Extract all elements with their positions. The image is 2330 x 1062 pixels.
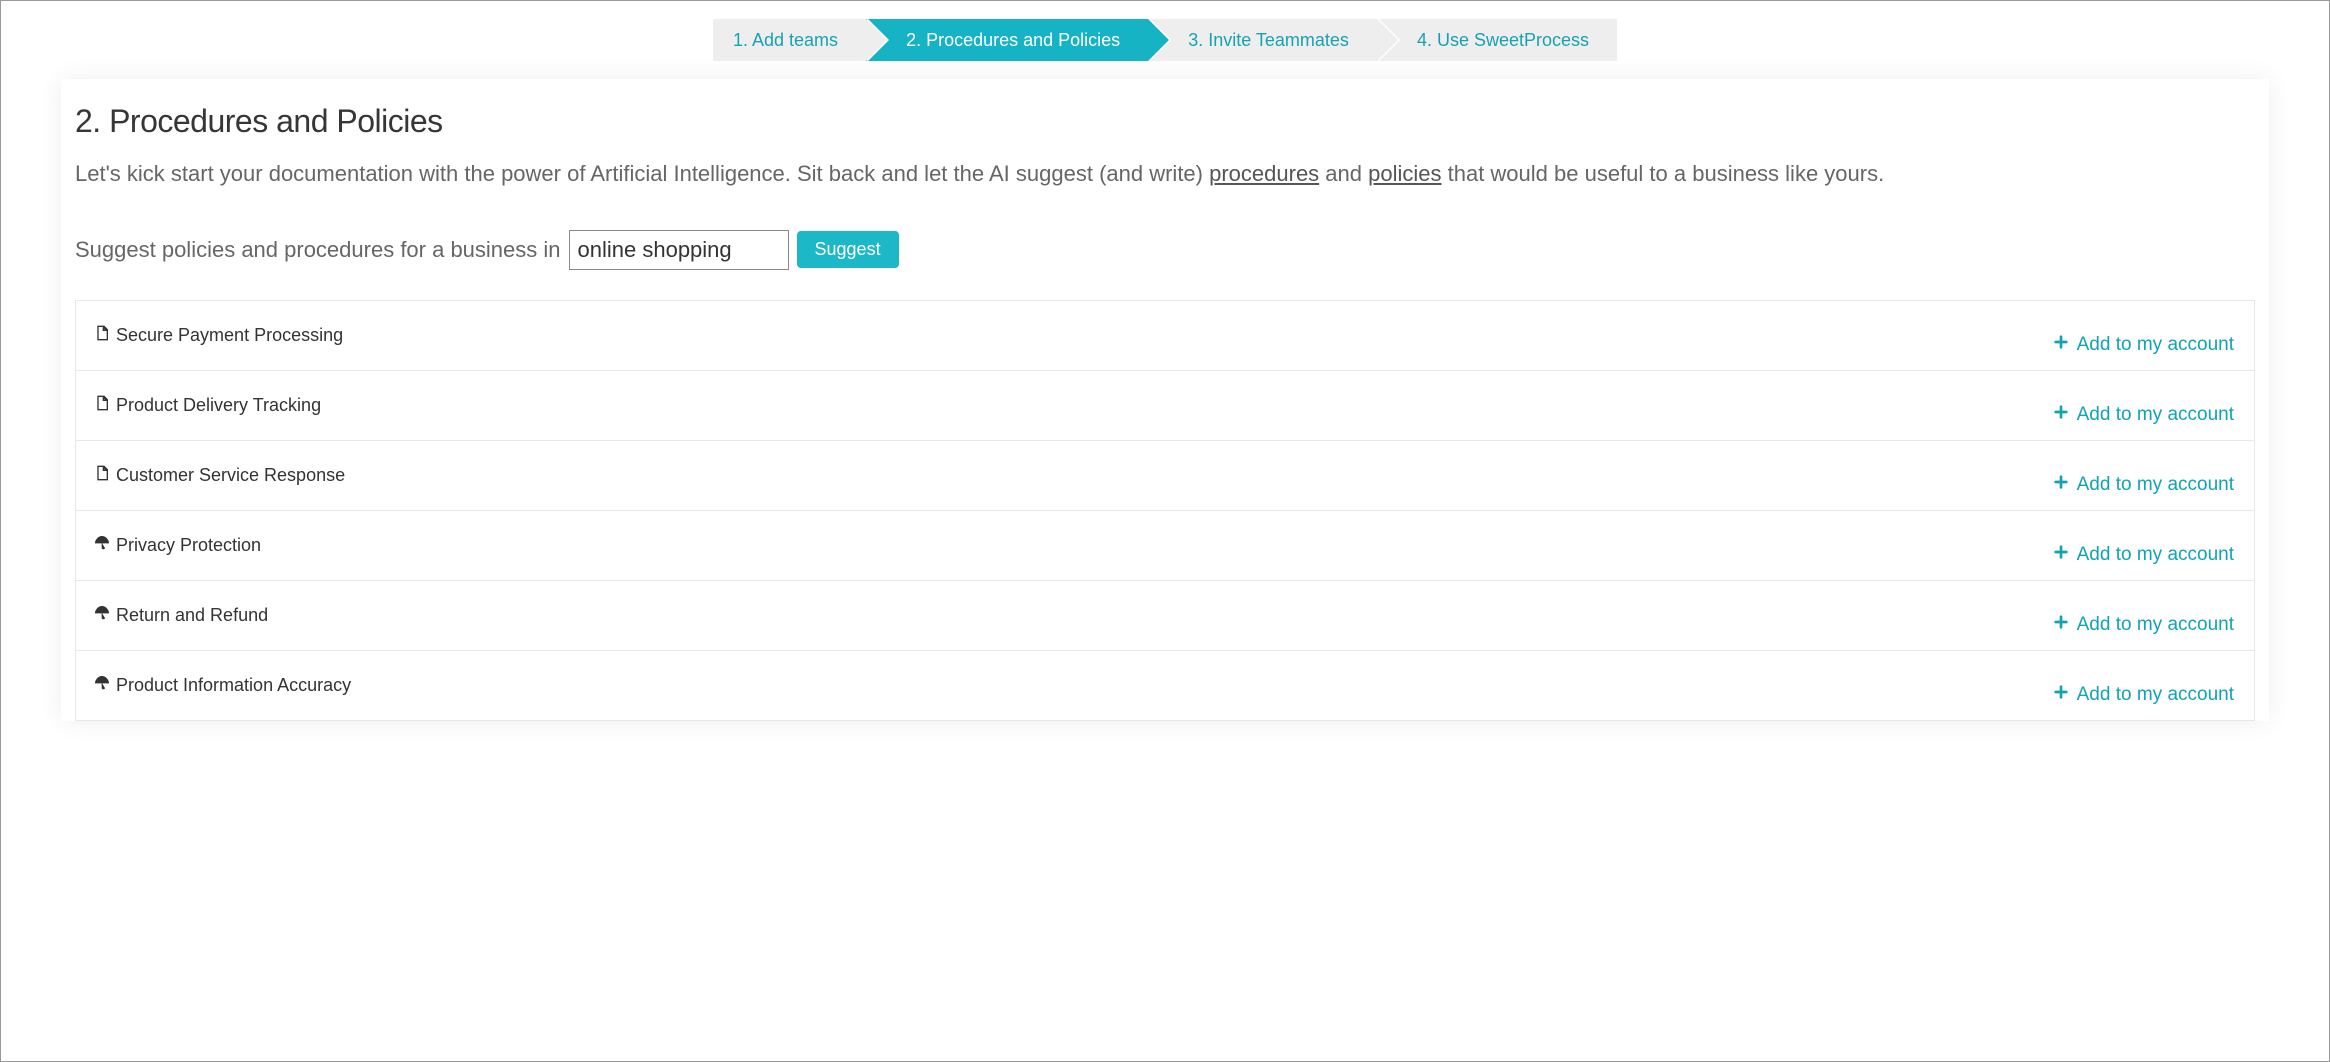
add-to-account-button[interactable]: Add to my account (2053, 334, 2234, 356)
plus-icon (2053, 474, 2069, 496)
suggestion-title-wrap: Privacy Protection (94, 535, 261, 556)
document-icon (94, 325, 110, 346)
page-title: 2. Procedures and Policies (75, 103, 2255, 140)
content-card: 2. Procedures and Policies Let's kick st… (61, 79, 2269, 721)
add-to-account-label: Add to my account (2077, 404, 2234, 426)
add-to-account-button[interactable]: Add to my account (2053, 614, 2234, 636)
suggestion-title: Product Delivery Tracking (116, 395, 321, 416)
suggestion-title: Privacy Protection (116, 535, 261, 556)
suggestion-title: Product Information Accuracy (116, 675, 351, 696)
suggestion-title-wrap: Customer Service Response (94, 465, 345, 486)
add-to-account-button[interactable]: Add to my account (2053, 474, 2234, 496)
add-to-account-button[interactable]: Add to my account (2053, 404, 2234, 426)
step-label: 1. Add teams (733, 30, 838, 50)
add-to-account-label: Add to my account (2077, 334, 2234, 356)
policies-link[interactable]: policies (1368, 161, 1441, 186)
suggestion-row: Privacy Protection Add to my account (76, 511, 2254, 581)
suggest-prompt-row: Suggest policies and procedures for a bu… (75, 230, 2255, 270)
add-to-account-label: Add to my account (2077, 684, 2234, 706)
suggestion-title-wrap: Product Information Accuracy (94, 675, 351, 696)
step-label: 4. Use SweetProcess (1417, 30, 1589, 50)
step-label: 2. Procedures and Policies (906, 30, 1120, 50)
umbrella-icon (94, 535, 110, 556)
umbrella-icon (94, 675, 110, 696)
suggestion-row: Product Delivery Tracking Add to my accou… (76, 371, 2254, 441)
umbrella-icon (94, 605, 110, 626)
suggestion-row: Customer Service Response Add to my accou… (76, 441, 2254, 511)
add-to-account-label: Add to my account (2077, 474, 2234, 496)
suggestion-title: Secure Payment Processing (116, 325, 343, 346)
add-to-account-label: Add to my account (2077, 614, 2234, 636)
add-to-account-button[interactable]: Add to my account (2053, 544, 2234, 566)
add-to-account-label: Add to my account (2077, 544, 2234, 566)
plus-icon (2053, 614, 2069, 636)
document-icon (94, 395, 110, 416)
suggestion-title-wrap: Product Delivery Tracking (94, 395, 321, 416)
suggestion-row: Secure Payment Processing Add to my accou… (76, 301, 2254, 371)
plus-icon (2053, 404, 2069, 426)
suggestion-title-wrap: Return and Refund (94, 605, 268, 626)
add-to-account-button[interactable]: Add to my account (2053, 684, 2234, 706)
onboarding-stepper: 1. Add teams 2. Procedures and Policies … (1, 19, 2329, 61)
suggestion-title-wrap: Secure Payment Processing (94, 325, 343, 346)
step-use-sweetprocess[interactable]: 4. Use SweetProcess (1377, 19, 1617, 61)
suggestion-title: Customer Service Response (116, 465, 345, 486)
procedures-link[interactable]: procedures (1209, 161, 1319, 186)
suggestion-list: Secure Payment Processing Add to my accou… (75, 300, 2255, 721)
business-type-input[interactable] (569, 230, 789, 270)
plus-icon (2053, 684, 2069, 706)
step-label: 3. Invite Teammates (1188, 30, 1349, 50)
document-icon (94, 465, 110, 486)
plus-icon (2053, 334, 2069, 356)
step-invite-teammates[interactable]: 3. Invite Teammates (1148, 19, 1377, 61)
plus-icon (2053, 544, 2069, 566)
suggestion-row: Product Information Accuracy Add to my ac… (76, 651, 2254, 721)
intro-text: Let's kick start your documentation with… (75, 158, 2255, 190)
suggestion-title: Return and Refund (116, 605, 268, 626)
prompt-label: Suggest policies and procedures for a bu… (75, 237, 561, 263)
step-add-teams[interactable]: 1. Add teams (713, 19, 866, 61)
suggest-button[interactable]: Suggest (797, 231, 899, 268)
suggestion-row: Return and Refund Add to my account (76, 581, 2254, 651)
step-procedures-policies[interactable]: 2. Procedures and Policies (866, 19, 1148, 61)
